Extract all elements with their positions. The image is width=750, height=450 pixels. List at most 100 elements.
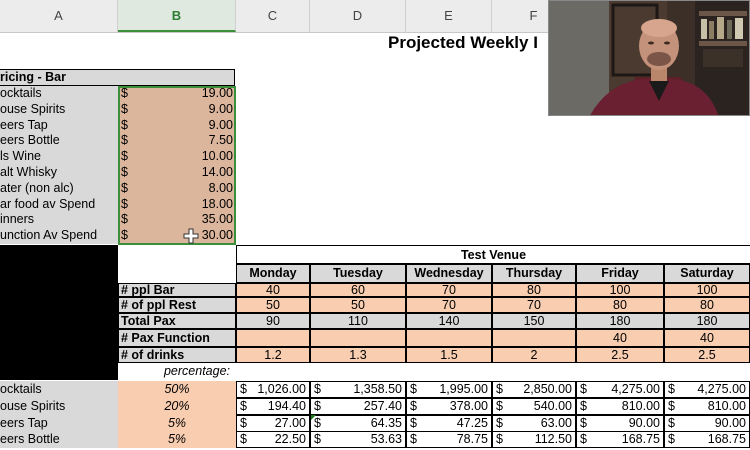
venue-cell[interactable]: 80 [576, 297, 664, 313]
pricing-header[interactable]: ricing - Bar [0, 69, 235, 86]
sales-cell[interactable]: $194.40 [236, 397, 310, 415]
venue-cell[interactable]: 100 [576, 283, 664, 297]
sales-cell[interactable]: $1,358.50 [310, 381, 406, 398]
pricing-item-label[interactable]: ar food av Spend [0, 196, 118, 213]
sales-item-percentage[interactable]: 5% [118, 431, 236, 449]
sales-cell[interactable]: $810.00 [664, 397, 750, 415]
venue-cell[interactable]: 40 [576, 329, 664, 347]
sales-item-label[interactable]: ocktails [0, 381, 118, 398]
sheet-title[interactable]: Projected Weekly I [388, 33, 538, 53]
percentage-label[interactable]: percentage: [118, 363, 234, 379]
venue-cell[interactable]: 2 [492, 347, 576, 363]
day-header-saturday[interactable]: Saturday [664, 264, 750, 283]
venue-cell[interactable]: 70 [406, 297, 492, 313]
sales-cell[interactable]: $168.75 [576, 431, 664, 449]
pricing-item-price[interactable]: $8.00 [118, 180, 236, 197]
venue-cell[interactable]: 180 [664, 313, 750, 329]
day-header-thursday[interactable]: Thursday [492, 264, 576, 283]
pricing-item-label[interactable]: ater (non alc) [0, 180, 118, 197]
pricing-item-price[interactable]: $9.00 [118, 117, 236, 134]
sales-cell[interactable]: $2,850.00 [492, 381, 576, 398]
venue-row-label[interactable]: # Pax Function [118, 329, 236, 347]
pricing-item-label[interactable]: unction Av Spend [0, 228, 118, 245]
venue-cell[interactable]: 140 [406, 313, 492, 329]
pricing-item-price[interactable]: $35.00 [118, 212, 236, 229]
sales-cell[interactable]: $27.00 [236, 414, 310, 432]
sales-item-percentage[interactable]: 50% [118, 381, 236, 398]
venue-cell[interactable]: 40 [664, 329, 750, 347]
sales-cell[interactable]: $112.50 [492, 431, 576, 449]
pricing-item-label[interactable]: alt Whisky [0, 165, 118, 181]
venue-cell[interactable]: 90 [236, 313, 310, 329]
sales-cell[interactable]: $90.00 [664, 414, 750, 432]
day-header-monday[interactable]: Monday [236, 264, 310, 283]
day-header-friday[interactable]: Friday [576, 264, 664, 283]
sales-cell[interactable]: $78.75 [406, 431, 492, 449]
venue-cell[interactable]: 180 [576, 313, 664, 329]
venue-cell[interactable]: 110 [310, 313, 406, 329]
pricing-item-label[interactable]: inners [0, 212, 118, 229]
venue-cell[interactable]: 80 [664, 297, 750, 313]
pricing-item-price[interactable]: $19.00 [118, 86, 236, 102]
sales-item-label[interactable]: ouse Spirits [0, 397, 118, 415]
column-header-a[interactable]: A [0, 0, 118, 32]
pricing-item-price[interactable]: $14.00 [118, 165, 236, 181]
venue-cell[interactable]: 2.5 [664, 347, 750, 363]
sales-cell[interactable]: $1,995.00 [406, 381, 492, 398]
sales-item-percentage[interactable]: 5% [118, 414, 236, 432]
sales-item-label[interactable]: eers Bottle [0, 431, 118, 449]
venue-cell[interactable]: 60 [310, 283, 406, 297]
venue-cell[interactable]: 50 [310, 297, 406, 313]
sales-cell[interactable]: $257.40 [310, 397, 406, 415]
sales-cell[interactable]: $47.25 [406, 414, 492, 432]
sales-cell[interactable]: $168.75 [664, 431, 750, 449]
venue-row-label[interactable]: # of drinks [118, 347, 236, 363]
sales-cell[interactable]: $90.00 [576, 414, 664, 432]
pricing-item-price[interactable]: $7.50 [118, 133, 236, 150]
sales-item-percentage[interactable]: 20% [118, 397, 236, 415]
venue-row-label[interactable]: # ppl Bar [118, 283, 236, 297]
sales-cell[interactable]: $64.35 [310, 414, 406, 432]
column-header-c[interactable]: C [236, 0, 310, 32]
venue-cell[interactable]: 2.5 [576, 347, 664, 363]
venue-cell[interactable]: 1.3 [310, 347, 406, 363]
venue-row-label[interactable]: Total Pax [118, 313, 236, 329]
venue-cell[interactable]: 150 [492, 313, 576, 329]
pricing-item-label[interactable]: eers Tap [0, 117, 118, 134]
pricing-item-price[interactable]: $10.00 [118, 149, 236, 166]
pricing-item-price[interactable]: $30.00 [118, 228, 236, 245]
venue-cell[interactable] [492, 329, 576, 347]
sales-cell[interactable]: $810.00 [576, 397, 664, 415]
venue-cell[interactable] [406, 329, 492, 347]
venue-cell[interactable]: 1.2 [236, 347, 310, 363]
venue-cell[interactable]: 70 [406, 283, 492, 297]
venue-cell[interactable]: 50 [236, 297, 310, 313]
venue-row-label[interactable]: # of ppl Rest [118, 297, 236, 313]
sales-cell[interactable]: $378.00 [406, 397, 492, 415]
venue-cell[interactable]: 1.5 [406, 347, 492, 363]
sales-cell[interactable]: $1,026.00 [236, 381, 310, 398]
column-header-b[interactable]: B [118, 0, 236, 32]
sales-cell[interactable]: $53.63 [310, 431, 406, 449]
pricing-item-label[interactable]: eers Bottle [0, 133, 118, 150]
venue-title[interactable]: Test Venue [236, 245, 750, 264]
day-header-wednesday[interactable]: Wednesday [406, 264, 492, 283]
pricing-item-label[interactable]: ouse Spirits [0, 101, 118, 118]
pricing-item-price[interactable]: $9.00 [118, 101, 236, 118]
venue-cell[interactable]: 80 [492, 283, 576, 297]
sales-item-label[interactable]: eers Tap [0, 414, 118, 432]
venue-cell[interactable] [310, 329, 406, 347]
sales-cell[interactable]: $63.00 [492, 414, 576, 432]
sales-cell[interactable]: $4,275.00 [576, 381, 664, 398]
column-header-e[interactable]: E [406, 0, 492, 32]
day-header-tuesday[interactable]: Tuesday [310, 264, 406, 283]
venue-cell[interactable]: 40 [236, 283, 310, 297]
sales-cell[interactable]: $540.00 [492, 397, 576, 415]
venue-cell[interactable]: 100 [664, 283, 750, 297]
pricing-item-label[interactable]: ls Wine [0, 149, 118, 166]
sales-cell[interactable]: $4,275.00 [664, 381, 750, 398]
pricing-item-price[interactable]: $18.00 [118, 196, 236, 213]
venue-cell[interactable]: 70 [492, 297, 576, 313]
venue-cell[interactable] [236, 329, 310, 347]
pricing-item-label[interactable]: ocktails [0, 86, 118, 102]
